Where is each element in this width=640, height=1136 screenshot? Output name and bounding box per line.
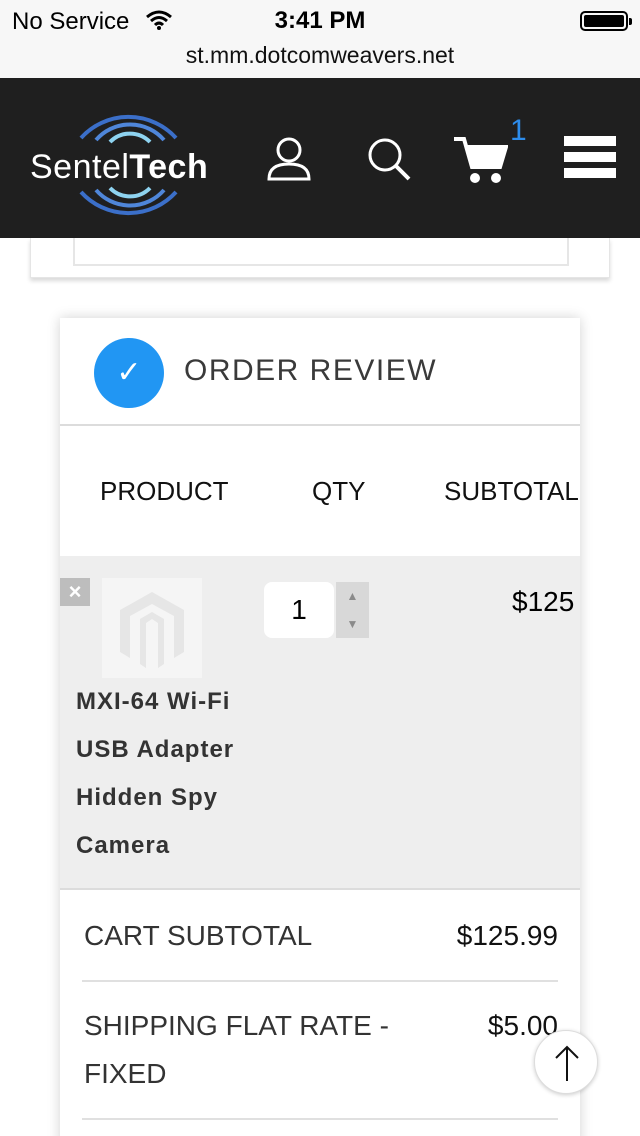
product-name-link[interactable]: MXI-64 Wi-Fi USB Adapter Hidden Spy Came… [76,678,276,870]
logo[interactable]: SentelTech [26,106,236,226]
order-review-card: ✓ ORDER REVIEW PRODUCT QTY SUBTOTAL × 1 … [60,318,580,1136]
user-icon[interactable] [266,136,312,187]
search-icon[interactable] [366,136,412,187]
cart-subtotal-label: CART SUBTOTAL [84,920,313,951]
quantity-stepper[interactable]: ▲ ▼ [336,582,369,638]
logo-text-tech: Tech [129,148,209,186]
clock: 3:41 PM [274,7,366,34]
shipping-card-bottom [30,238,610,278]
battery-icon [580,11,632,31]
cart-count-badge: 1 [510,114,527,147]
arrow-up-icon [555,1045,579,1081]
site-header: SentelTech 1 [0,78,640,238]
shipping-label: SHIPPING FLAT RATE - FIXED [84,1010,389,1089]
column-header-product: PRODUCT [100,476,229,506]
order-review-header: ✓ ORDER REVIEW [60,318,580,426]
status-bar: No Service 3:41 PM [0,0,640,40]
cart-icon[interactable] [452,133,509,192]
remove-item-button[interactable]: × [60,578,90,606]
stepper-down-icon[interactable]: ▼ [336,610,369,638]
back-to-top-button[interactable] [534,1030,598,1094]
shipping-row: SHIPPING FLAT RATE - FIXED $5.00 [82,982,558,1120]
item-subtotal: $125 [512,586,575,617]
product-thumbnail[interactable] [102,578,202,678]
stepper-up-icon[interactable]: ▲ [336,582,369,610]
check-circle-icon: ✓ [94,338,164,408]
address-bar[interactable]: st.mm.dotcomweavers.net [0,40,640,78]
hamburger-menu-icon[interactable] [564,136,616,182]
order-review-title: ORDER REVIEW [184,354,438,387]
cart-subtotal-row: CART SUBTOTAL $125.99 [82,892,558,982]
logo-text-sentel: Sentel [30,148,130,186]
cart-item-row: × 1 ▲ ▼ $125 MXI-64 Wi-Fi USB Adapter Hi… [60,556,580,890]
column-header-qty: QTY [312,476,366,506]
shipping-card-inner [73,238,569,266]
url-text: st.mm.dotcomweavers.net [185,42,455,68]
quantity-input[interactable]: 1 [264,582,334,638]
cart-subtotal-value: $125.99 [456,920,558,951]
column-header-subtotal: SUBTOTAL [444,476,579,506]
magento-placeholder-icon [120,592,184,668]
